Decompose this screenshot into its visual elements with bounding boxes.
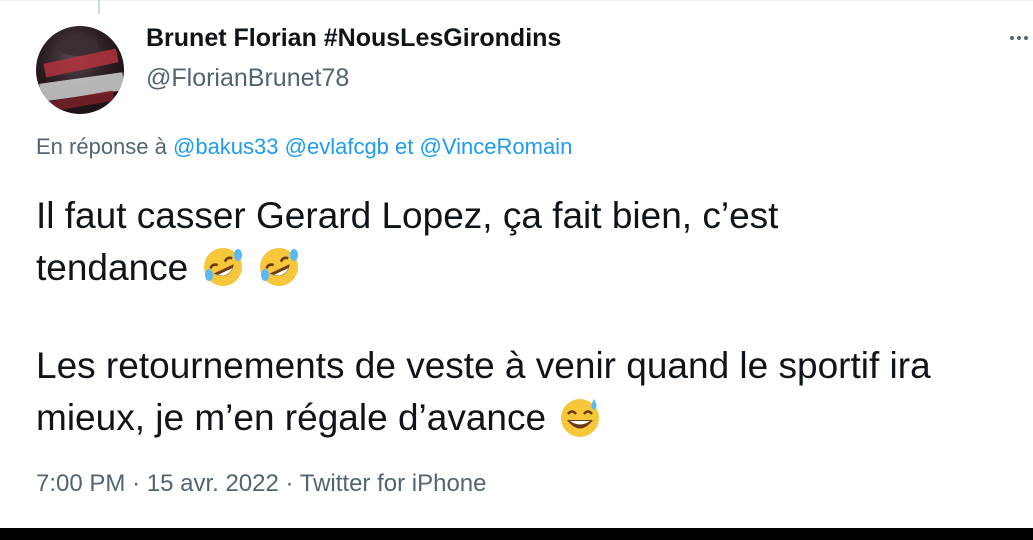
more-options-button[interactable] [1010,26,1033,50]
tweet-time[interactable]: 7:00 PM [36,470,125,497]
tweet-text-line: tendance [36,242,301,294]
grinning-sweat-emoji [561,399,600,438]
reply-conjunction: et [395,134,414,159]
rolling-on-floor-laughing-emoji [259,248,298,287]
meta-separator: · [285,470,294,497]
tweet-text-line: mieux, je m’en régale d’avance [36,392,602,444]
meta-separator: · [132,470,141,497]
tweet-metadata: 7:00 PM · 15 avr. 2022 · Twitter for iPh… [36,470,487,498]
reply-prefix: En réponse à [36,134,167,159]
tweet-text-line: Les retournements de veste à venir quand… [36,345,931,386]
reply-context: En réponse à @bakus33 @evlafcgb et @Vinc… [36,134,572,160]
tweet-text-fragment: tendance [36,247,189,288]
tweet-date[interactable]: 15 avr. 2022 [147,470,279,497]
mention-link[interactable]: @VinceRomain [420,134,573,159]
more-dot-icon [1010,36,1014,40]
top-divider [0,0,1033,13]
rolling-on-floor-laughing-emoji [203,248,242,287]
tweet-text-fragment: mieux, je m’en régale d’avance [36,397,547,438]
tweet-source: Twitter for iPhone [299,470,487,497]
mention-link[interactable]: @bakus33 [173,134,279,159]
more-dot-icon [1017,36,1021,40]
mention-link[interactable]: @evlafcgb [285,134,389,159]
author-handle[interactable]: @FlorianBrunet78 [146,64,349,93]
more-dot-icon [1024,36,1028,40]
tweet-text-line: Il faut casser Gerard Lopez, ça fait bie… [36,195,779,236]
bottom-black-bar [0,528,1033,540]
thread-connector-line [98,0,100,14]
author-display-name[interactable]: Brunet Florian #NousLesGirondins [146,24,561,53]
avatar[interactable] [36,26,124,114]
